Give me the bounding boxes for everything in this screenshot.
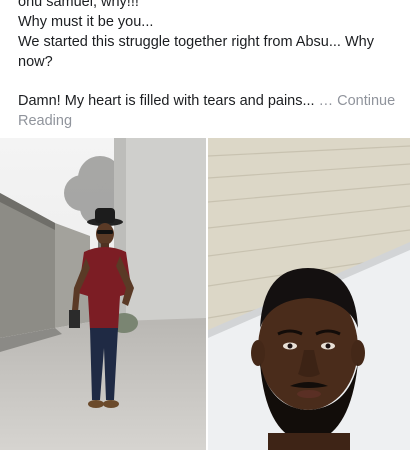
man-standing-photo[interactable] <box>0 138 206 450</box>
post-line-3: We started this struggle together right … <box>18 34 374 70</box>
photo-grid <box>0 138 410 450</box>
post-line-1: onu samuel, why!!! <box>18 0 139 10</box>
post-line-2: Why must it be you... <box>18 14 154 30</box>
post-text: onu samuel, why!!! Why must it be you...… <box>18 0 402 131</box>
post-line-4: Damn! My heart is filled with tears and … <box>18 91 402 131</box>
post-line-4-text: Damn! My heart is filled with tears and … <box>18 93 315 109</box>
man-selfie-photo[interactable] <box>208 138 410 450</box>
